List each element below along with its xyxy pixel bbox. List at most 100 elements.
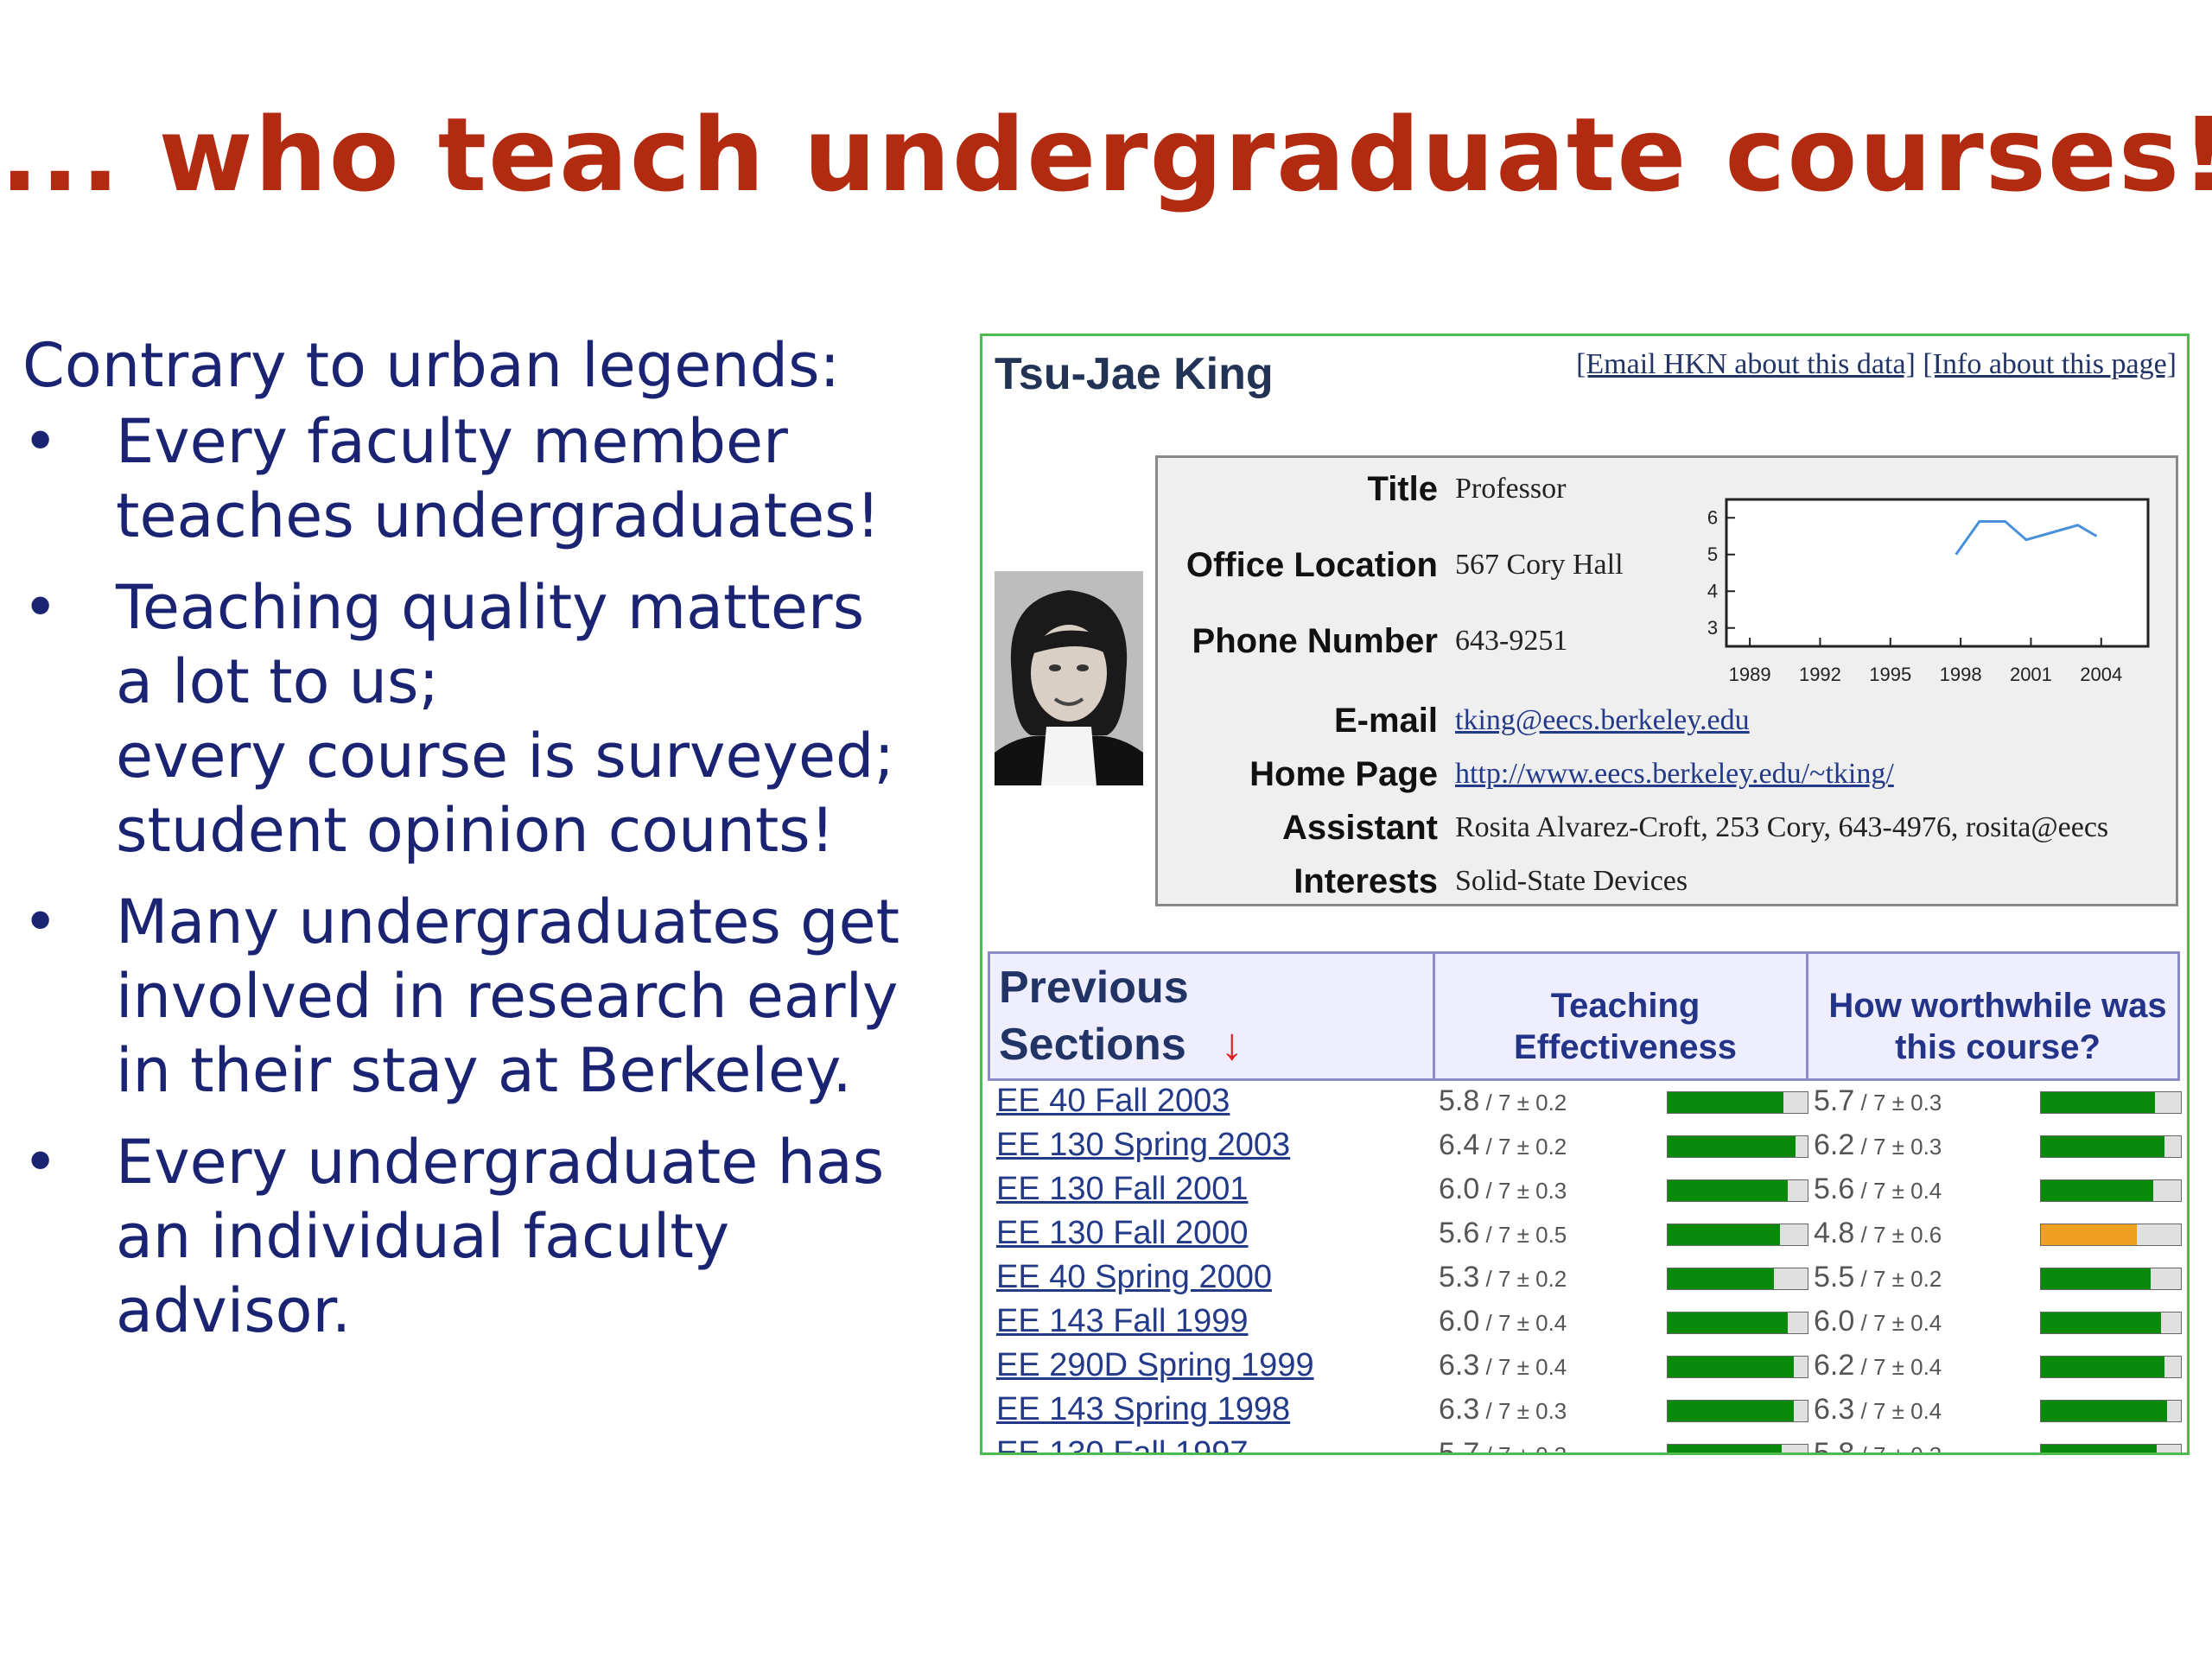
- scale-max: 7: [1872, 1266, 1886, 1292]
- section-link[interactable]: EE 130 Fall 2001: [996, 1171, 1249, 1208]
- te-score: 6.4 / 7 ± 0.2: [1439, 1128, 1567, 1161]
- scale-max: 7: [1872, 1398, 1886, 1424]
- ww-score: 6.0 / 7 ± 0.4: [1814, 1305, 1942, 1338]
- scale-max: 7: [1497, 1266, 1511, 1292]
- homepage-link[interactable]: http://www.eecs.berkeley.edu/~tking/: [1455, 750, 1894, 798]
- te-score: 6.3 / 7 ± 0.4: [1439, 1349, 1567, 1382]
- bullet-dot: •: [22, 406, 59, 477]
- email-label: E-mail: [1333, 702, 1438, 740]
- section-link[interactable]: EE 143 Spring 1998: [996, 1391, 1290, 1428]
- ww-bar-fill: [2041, 1224, 2138, 1245]
- sections-header: Previous Sections ↓ Teaching Effectivenes…: [988, 951, 2180, 1081]
- scale-max: 7: [1497, 1222, 1511, 1248]
- scale-max: 7: [1497, 1090, 1511, 1116]
- ww-bar: [2040, 1356, 2182, 1378]
- bullet-item: • Every undergraduate has an individual …: [22, 1125, 930, 1348]
- table-row: EE 130 Spring 2003 6.4 / 7 ± 0.2 6.2 / 7 ±…: [988, 1125, 2182, 1169]
- bullet-item: • Teaching quality matters a lot to us; …: [22, 570, 930, 868]
- ww-bar-fill: [2041, 1357, 2165, 1377]
- email-hkn-link[interactable]: [Email HKN about this data]: [1576, 348, 1916, 380]
- sections-rows: EE 40 Fall 2003 5.8 / 7 ± 0.2 5.7 / 7 ± 0.…: [988, 1081, 2182, 1455]
- section-link[interactable]: EE 130 Fall 2000: [996, 1215, 1249, 1252]
- interests-value: Solid-State Devices: [1455, 865, 1688, 897]
- table-row: EE 130 Fall 2001 6.0 / 7 ± 0.3 5.6 / 7 ± 0…: [988, 1169, 2182, 1213]
- te-error: 0.3: [1535, 1398, 1567, 1424]
- section-link[interactable]: EE 290D Spring 1999: [996, 1347, 1314, 1384]
- teaching-effectiveness-heading[interactable]: Teaching Effectiveness: [1440, 985, 1811, 1068]
- bullet-list: • Every faculty member teaches undergrad…: [22, 404, 930, 1348]
- ww-error: 0.4: [1910, 1310, 1942, 1336]
- ww-value: 5.6: [1814, 1173, 1855, 1205]
- te-bar: [1667, 1091, 1808, 1114]
- section-link[interactable]: EE 143 Fall 1999: [996, 1303, 1249, 1340]
- ww-error: 0.3: [1910, 1134, 1942, 1160]
- ww-bar: [2040, 1268, 2182, 1290]
- ww-bar: [2040, 1444, 2182, 1452]
- bullet-dot: •: [22, 887, 59, 957]
- scale-max: 7: [1497, 1354, 1511, 1380]
- info-box: Title Professor Office Location 567 Cory…: [1155, 455, 2178, 906]
- x-tick-label: 1995: [1869, 664, 1911, 685]
- te-score: 5.8 / 7 ± 0.2: [1439, 1084, 1567, 1117]
- te-score: 5.3 / 7 ± 0.2: [1439, 1261, 1567, 1294]
- section-link[interactable]: EE 40 Spring 2000: [996, 1259, 1272, 1296]
- scale-max: 7: [1872, 1354, 1886, 1380]
- section-link[interactable]: EE 40 Fall 2003: [996, 1083, 1230, 1120]
- bullet-line: Many undergraduates get: [116, 887, 900, 957]
- ww-value: 6.0: [1814, 1305, 1855, 1338]
- ww-error: 0.3: [1910, 1442, 1942, 1455]
- ww-value: 5.7: [1814, 1084, 1855, 1117]
- previous-sections-heading[interactable]: Previous Sections ↓: [999, 959, 1243, 1073]
- te-value: 6.4: [1439, 1128, 1480, 1161]
- scale-max: 7: [1497, 1442, 1511, 1455]
- scale-max: 7: [1497, 1178, 1511, 1204]
- office-value: 567 Cory Hall: [1455, 549, 1624, 581]
- scale-max: 7: [1497, 1134, 1511, 1160]
- x-tick-label: 2001: [2010, 664, 2052, 685]
- bullet-line: an individual faculty: [116, 1201, 730, 1272]
- te-bar: [1667, 1179, 1808, 1202]
- te-bar-fill: [1668, 1224, 1780, 1245]
- bullet-line: involved in research early: [116, 961, 899, 1032]
- te-bar-fill: [1668, 1445, 1782, 1452]
- interests-label: Interests: [1294, 862, 1438, 900]
- bullet-line: Teaching quality matters: [116, 572, 865, 643]
- ww-bar-fill: [2041, 1092, 2155, 1113]
- te-value: 6.3: [1439, 1349, 1480, 1382]
- phone-label: Phone Number: [1192, 622, 1438, 660]
- section-link[interactable]: EE 130 Fall 1997: [996, 1435, 1249, 1452]
- portrait-image: [995, 571, 1143, 785]
- previous-sections-table: Previous Sections ↓ Teaching Effectivenes…: [988, 951, 2182, 1455]
- ww-score: 4.8 / 7 ± 0.6: [1814, 1217, 1942, 1249]
- te-value: 5.6: [1439, 1217, 1480, 1249]
- te-score: 6.3 / 7 ± 0.3: [1439, 1393, 1567, 1426]
- ww-score: 5.7 / 7 ± 0.3: [1814, 1084, 1942, 1117]
- table-row: EE 40 Fall 2003 5.8 / 7 ± 0.2 5.7 / 7 ± 0.…: [988, 1081, 2182, 1125]
- te-value: 6.0: [1439, 1173, 1480, 1205]
- y-tick-label: 6: [1707, 506, 1718, 528]
- worthwhile-heading[interactable]: How worthwhile was this course?: [1813, 985, 2183, 1068]
- x-tick-label: 1989: [1729, 664, 1771, 685]
- ww-error: 0.3: [1910, 1090, 1942, 1116]
- ww-bar-fill: [2041, 1268, 2152, 1289]
- te-value: 6.3: [1439, 1393, 1480, 1426]
- plot-frame: [1725, 498, 2150, 648]
- te-value: 6.0: [1439, 1305, 1480, 1338]
- ww-bar-fill: [2041, 1445, 2158, 1452]
- phone-value: 643-9251: [1455, 625, 1568, 657]
- ww-score: 6.2 / 7 ± 0.4: [1814, 1349, 1942, 1382]
- ww-error: 0.4: [1910, 1354, 1942, 1380]
- ww-bar: [2040, 1135, 2182, 1158]
- section-link[interactable]: EE 130 Spring 2003: [996, 1127, 1290, 1164]
- previous-label: Previous: [999, 963, 1189, 1013]
- te-bar-fill: [1668, 1092, 1784, 1113]
- assistant-label: Assistant: [1281, 809, 1438, 847]
- ww-bar: [2040, 1312, 2182, 1334]
- ww-bar-fill: [2041, 1136, 2165, 1157]
- office-label: Office Location: [1185, 546, 1438, 584]
- info-page-link[interactable]: [Info about this page]: [1923, 348, 2177, 380]
- homepage-label: Home Page: [1249, 755, 1438, 793]
- sections-label: Sections: [999, 1020, 1186, 1070]
- bullet-line: teaches undergraduates!: [116, 480, 880, 551]
- professor-name: Tsu-Jae King: [995, 349, 1274, 399]
